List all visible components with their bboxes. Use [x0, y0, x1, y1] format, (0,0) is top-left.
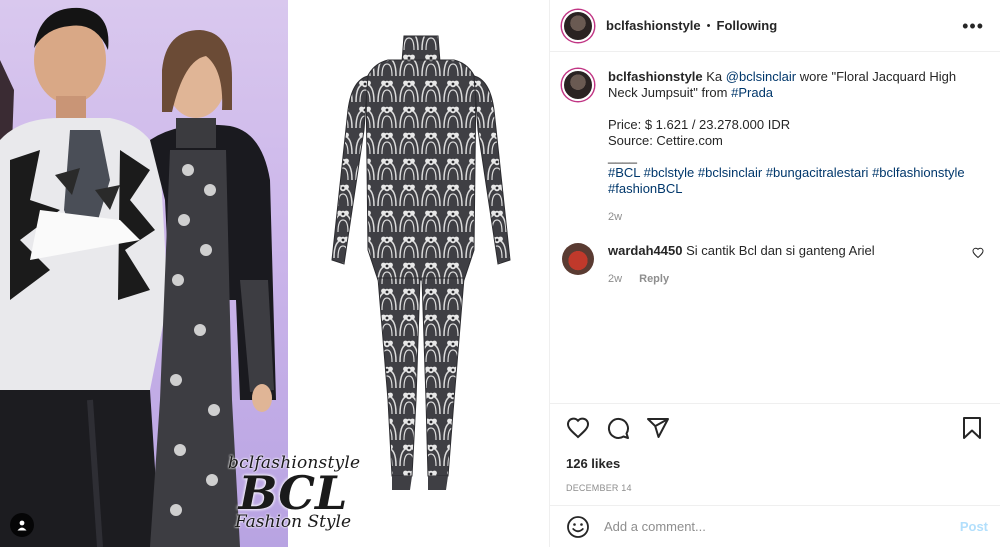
post-media[interactable]: bclfashionstyle BCL Fashion Style [0, 0, 549, 547]
separator-dot: • [706, 19, 711, 32]
caption: bclfashionstyle Ka @bclsinclair wore "Fl… [562, 69, 984, 225]
comment-like-icon[interactable] [972, 247, 984, 259]
commenter-avatar[interactable] [562, 243, 594, 275]
header-username[interactable]: bclfashionstyle [606, 18, 701, 33]
hashtag-link[interactable]: #fashionBCL [608, 181, 682, 196]
source-text: Source: Cettire.com [608, 133, 723, 148]
avatar[interactable] [562, 9, 594, 42]
comment-text: Si cantik Bcl dan si ganteng Ariel [686, 243, 875, 258]
following-button[interactable]: Following [717, 18, 778, 33]
caption-time[interactable]: 2w [608, 211, 622, 223]
tagged-user-icon[interactable] [10, 513, 34, 537]
hashtag-link[interactable]: #bungacitralestari [766, 165, 869, 180]
post-actions-area: 126 likes December 14 [550, 403, 1000, 493]
price-text: Price: $ 1.621 / 23.278.000 IDR [608, 117, 791, 132]
caption-avatar[interactable] [562, 69, 594, 101]
like-icon[interactable] [566, 416, 590, 440]
comment-composer: Add a comment... Post [550, 505, 1000, 547]
action-bar [566, 404, 984, 452]
save-icon[interactable] [960, 416, 984, 440]
post-header: bclfashionstyle • Following ••• [550, 0, 1000, 52]
caption-body: bclfashionstyle Ka @bclsinclair wore "Fl… [608, 69, 984, 225]
watermark-bottom-text: Fashion Style [234, 512, 352, 532]
hashtag-link[interactable]: #BCL [608, 165, 640, 180]
post-date[interactable]: December 14 [566, 483, 984, 493]
brand-hashtag-link[interactable]: #Prada [731, 85, 773, 100]
like-count[interactable]: 126 likes [566, 456, 984, 471]
hashtag-link[interactable]: #bclfashionstyle [872, 165, 965, 180]
watermark-mid-text: BCL [238, 466, 348, 520]
caption-username[interactable]: bclfashionstyle [608, 69, 703, 84]
comment-body: wardah4450 Si cantik Bcl dan si ganteng … [608, 243, 964, 287]
mention-link[interactable]: @bclsinclair [726, 69, 796, 84]
reply-button[interactable]: Reply [639, 273, 669, 285]
hashtag-list: #BCL #bclstyle #bclsinclair #bungacitral… [608, 165, 984, 197]
comment-input[interactable]: Add a comment... [604, 519, 960, 534]
caption-meta: 2w [608, 209, 984, 225]
comment-time[interactable]: 2w [608, 273, 622, 285]
comment-item: wardah4450 Si cantik Bcl dan si ganteng … [562, 243, 984, 287]
hashtag-link[interactable]: #bclsinclair [698, 165, 762, 180]
caption-text-1: Ka [706, 69, 723, 84]
comments-section[interactable]: bclfashionstyle Ka @bclsinclair wore "Fl… [550, 53, 1000, 403]
post-button[interactable]: Post [960, 519, 988, 534]
hashtag-link[interactable]: #bclstyle [644, 165, 695, 180]
post-details-panel: bclfashionstyle • Following ••• bclfashi… [549, 0, 1000, 547]
comment-meta: 2w Reply [608, 271, 964, 287]
watermark-logo: bclfashionstyle BCL Fashion Style [228, 455, 360, 532]
comment-icon[interactable] [606, 416, 630, 440]
emoji-icon[interactable] [566, 515, 590, 539]
divider-text: ____ [608, 149, 637, 164]
comment-username[interactable]: wardah4450 [608, 243, 682, 258]
more-options-icon[interactable]: ••• [962, 17, 984, 35]
share-icon[interactable] [646, 416, 670, 440]
